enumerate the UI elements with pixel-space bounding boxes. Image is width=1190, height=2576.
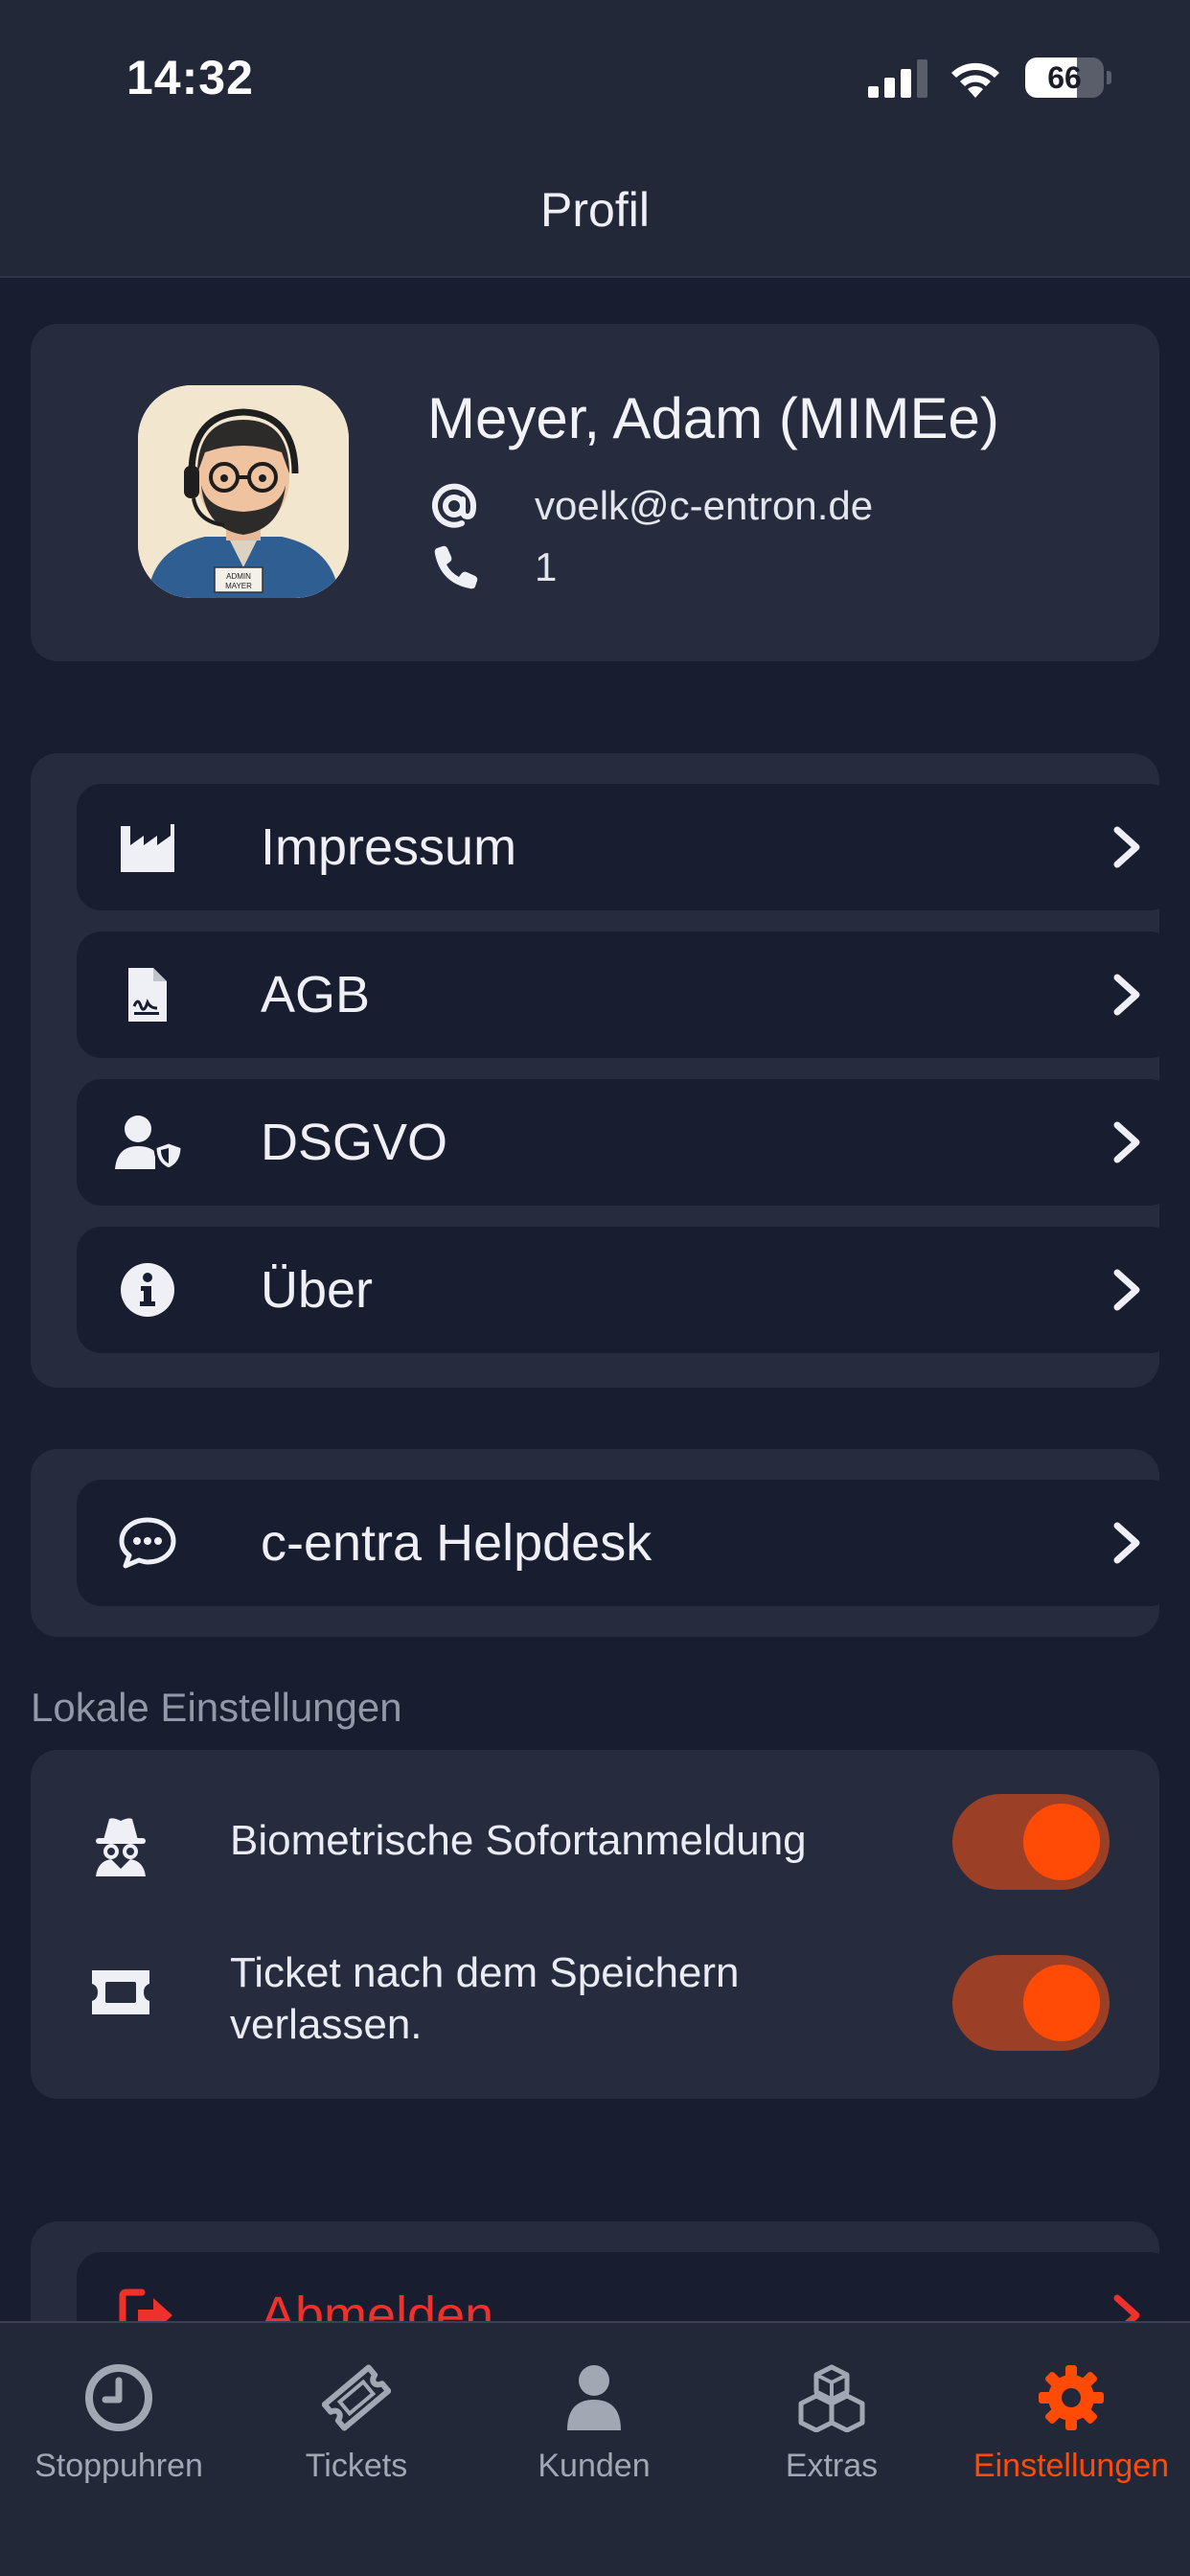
tab-label: Stoppuhren	[34, 2448, 203, 2484]
tab-label: Kunden	[538, 2448, 651, 2484]
factory-icon	[121, 824, 174, 872]
avatar[interactable]: ADMIN MAYER	[138, 385, 349, 598]
profile-name: Meyer, Adam (MIMEe)	[427, 386, 999, 450]
toggle-knob	[1023, 1804, 1100, 1880]
battery-percentage: 66	[1047, 60, 1082, 95]
chevron-right-icon	[1113, 974, 1140, 1016]
chevron-right-icon	[1113, 1269, 1140, 1311]
contract-document-icon	[128, 968, 167, 1022]
tab-extras[interactable]: Extras	[713, 2346, 950, 2499]
profile-email[interactable]: voelk@c-entron.de	[535, 483, 873, 529]
clock-icon	[85, 2364, 152, 2431]
tab-label: Einstellungen	[973, 2448, 1170, 2484]
helpdesk-card: c-entra Helpdesk	[31, 1449, 1175, 1637]
menu-item-label: Impressum	[261, 818, 517, 876]
menu-item-agb[interactable]: AGB	[77, 932, 1175, 1058]
setting-label-line: Ticket nach dem Speichern	[230, 1949, 740, 1996]
tab-label: Extras	[785, 2448, 879, 2484]
cubes-icon	[798, 2364, 865, 2432]
ticket-icon	[92, 1970, 149, 2014]
cellular-signal-icon	[868, 59, 927, 98]
chat-bubble-icon	[119, 1517, 176, 1569]
battery-indicator: 66	[1025, 58, 1111, 98]
page-title: Profil	[540, 183, 650, 237]
setting-label-biometric: Biometrische Sofortanmeldung	[230, 1817, 807, 1864]
incognito-icon	[96, 1818, 146, 1876]
setting-label-ticket-leave: Ticket nach dem Speichern verlassen.	[230, 1947, 740, 2051]
setting-label-line: verlassen.	[230, 2001, 423, 2048]
chevron-right-icon	[1113, 1121, 1140, 1163]
menu-item-label: Über	[261, 1261, 374, 1319]
chevron-right-icon	[1113, 1522, 1140, 1564]
phone-icon	[434, 545, 478, 589]
wifi-icon	[951, 62, 999, 98]
bottom-tab-bar: Stoppuhren Tickets Kunden Extras Einstel…	[0, 2321, 1190, 2576]
at-icon	[432, 483, 477, 528]
helpdesk-label: c-entra Helpdesk	[261, 1514, 652, 1572]
helpdesk-button[interactable]: c-entra Helpdesk	[77, 1480, 1175, 1606]
menu-item-label: DSGVO	[261, 1114, 448, 1171]
info-menu-card: Impressum AGB DSGVO Über	[31, 753, 1175, 1388]
tab-label: Tickets	[305, 2448, 408, 2484]
user-shield-icon	[115, 1116, 184, 1171]
tab-kunden[interactable]: Kunden	[475, 2346, 713, 2499]
toggle-leave-ticket-after-save[interactable]	[952, 1955, 1110, 2051]
avatar-badge-text: ADMIN	[226, 572, 251, 581]
menu-item-label: AGB	[261, 966, 371, 1024]
local-settings-card: Biometrische Sofortanmeldung Ticket nach…	[31, 1750, 1159, 2099]
svg-text:MAYER: MAYER	[225, 582, 252, 590]
person-icon	[567, 2365, 621, 2430]
menu-item-impressum[interactable]: Impressum	[77, 784, 1175, 910]
toggle-biometric-login[interactable]	[952, 1794, 1110, 1890]
chevron-right-icon	[1113, 826, 1140, 868]
gear-icon	[1039, 2365, 1104, 2430]
ticket-icon	[322, 2364, 391, 2431]
toggle-knob	[1023, 1965, 1100, 2041]
tab-tickets[interactable]: Tickets	[238, 2346, 475, 2499]
menu-item-ueber[interactable]: Über	[77, 1227, 1175, 1353]
info-icon	[121, 1263, 174, 1317]
status-and-header-bar: 14:32 66 Profil	[0, 0, 1190, 278]
tab-einstellungen[interactable]: Einstellungen	[952, 2346, 1190, 2499]
menu-item-dsgvo[interactable]: DSGVO	[77, 1079, 1175, 1206]
status-time: 14:32	[126, 51, 254, 104]
tab-stoppuhren[interactable]: Stoppuhren	[0, 2346, 238, 2499]
section-title-local-settings: Lokale Einstellungen	[31, 1685, 402, 1730]
profile-phone[interactable]: 1	[535, 544, 557, 590]
